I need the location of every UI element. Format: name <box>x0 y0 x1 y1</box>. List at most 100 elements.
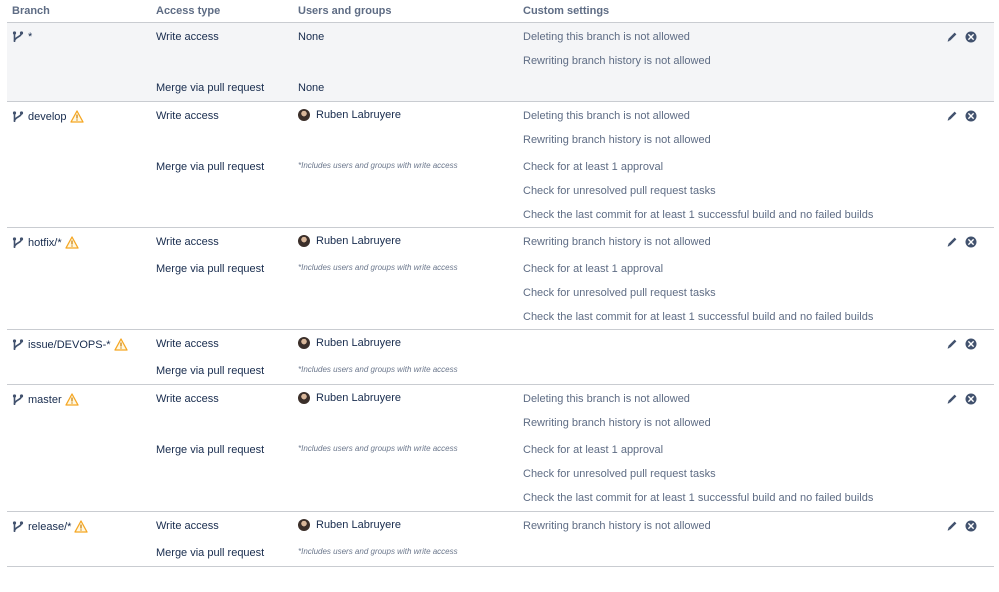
branch-cell: develop <box>12 110 84 123</box>
column-header-branch: Branch <box>12 5 50 17</box>
write-access-users: Ruben Labruyere <box>298 337 401 349</box>
branch-cell: master <box>12 393 79 406</box>
write-access-users: Ruben Labruyere <box>298 392 401 404</box>
table-header: Branch Access type Users and groups Cust… <box>7 0 994 23</box>
delete-icon[interactable] <box>965 520 977 532</box>
write-access-label: Write access <box>156 520 219 532</box>
custom-setting: Rewriting branch history is not allowed <box>523 417 711 429</box>
avatar <box>298 519 310 531</box>
edit-icon[interactable] <box>946 31 958 43</box>
table-row: develop Write access Ruben Labruyere Mer… <box>7 102 994 228</box>
branch-name: master <box>28 393 62 406</box>
user-name[interactable]: Ruben Labruyere <box>316 337 401 349</box>
custom-setting: Rewriting branch history is not allowed <box>523 236 711 248</box>
branch-icon <box>12 521 24 533</box>
user-name[interactable]: Ruben Labruyere <box>316 109 401 121</box>
merge-access-label: Merge via pull request <box>156 547 265 559</box>
custom-setting: Check for unresolved pull request tasks <box>523 287 716 299</box>
delete-icon[interactable] <box>965 393 977 405</box>
edit-icon[interactable] <box>946 110 958 122</box>
table-row: release/* Write access Ruben Labruyere M… <box>7 512 994 567</box>
branch-icon <box>12 237 24 249</box>
column-header-access-type: Access type <box>156 5 221 17</box>
warning-icon <box>114 338 128 351</box>
merge-access-label: Merge via pull request <box>156 263 265 275</box>
custom-setting: Rewriting branch history is not allowed <box>523 55 711 67</box>
merge-access-note: *Includes users and groups with write ac… <box>298 547 458 556</box>
edit-icon[interactable] <box>946 393 958 405</box>
branch-cell: * <box>12 31 32 43</box>
table-row: master Write access Ruben Labruyere Merg… <box>7 385 994 512</box>
branch-cell: release/* <box>12 520 88 533</box>
edit-icon[interactable] <box>946 520 958 532</box>
avatar <box>298 392 310 404</box>
branch-icon <box>12 394 24 406</box>
table-row: * Write access None Merge via pull reque… <box>7 23 994 102</box>
branch-cell: issue/DEVOPS-* <box>12 338 128 351</box>
custom-setting: Check the last commit for at least 1 suc… <box>523 209 874 221</box>
write-access-users: Ruben Labruyere <box>298 235 401 247</box>
avatar <box>298 337 310 349</box>
column-header-custom-settings: Custom settings <box>523 5 610 17</box>
table-row: hotfix/* Write access Ruben Labruyere Me… <box>7 228 994 330</box>
delete-icon[interactable] <box>965 236 977 248</box>
merge-access-note: *Includes users and groups with write ac… <box>298 161 458 170</box>
branch-cell: hotfix/* <box>12 236 79 249</box>
row-actions <box>946 236 977 248</box>
warning-icon <box>74 520 88 533</box>
write-access-label: Write access <box>156 31 219 43</box>
avatar <box>298 235 310 247</box>
custom-setting: Check for unresolved pull request tasks <box>523 468 716 480</box>
custom-setting: Deleting this branch is not allowed <box>523 110 690 122</box>
delete-icon[interactable] <box>965 110 977 122</box>
column-header-users-groups: Users and groups <box>298 5 392 17</box>
user-name[interactable]: Ruben Labruyere <box>316 235 401 247</box>
branch-name: release/* <box>28 520 72 533</box>
write-access-users: Ruben Labruyere <box>298 109 401 121</box>
branch-icon <box>12 111 24 123</box>
merge-access-note: *Includes users and groups with write ac… <box>298 365 458 374</box>
branch-icon <box>12 31 24 43</box>
warning-icon <box>65 236 79 249</box>
merge-access-label: Merge via pull request <box>156 365 265 377</box>
merge-access-label: Merge via pull request <box>156 161 265 173</box>
write-access-label: Write access <box>156 338 219 350</box>
edit-icon[interactable] <box>946 338 958 350</box>
merge-access-note: *Includes users and groups with write ac… <box>298 263 458 272</box>
warning-icon <box>65 393 79 406</box>
merge-access-label: Merge via pull request <box>156 82 265 94</box>
user-name[interactable]: Ruben Labruyere <box>316 519 401 531</box>
custom-setting: Check for at least 1 approval <box>523 161 664 173</box>
delete-icon[interactable] <box>965 31 977 43</box>
row-actions <box>946 31 977 43</box>
row-actions <box>946 338 977 350</box>
row-actions <box>946 520 977 532</box>
custom-setting: Check the last commit for at least 1 suc… <box>523 492 874 504</box>
edit-icon[interactable] <box>946 236 958 248</box>
write-access-label: Write access <box>156 236 219 248</box>
branch-permissions-table: Branch Access type Users and groups Cust… <box>0 0 999 592</box>
write-access-users: None <box>298 31 325 43</box>
merge-access-note: *Includes users and groups with write ac… <box>298 444 458 453</box>
branch-name: hotfix/* <box>28 236 62 249</box>
branch-name: * <box>28 31 33 43</box>
custom-setting: Deleting this branch is not allowed <box>523 31 690 43</box>
row-actions <box>946 393 977 405</box>
write-access-label: Write access <box>156 110 219 122</box>
merge-access-label: Merge via pull request <box>156 444 265 456</box>
custom-setting: Check the last commit for at least 1 suc… <box>523 311 874 323</box>
custom-setting: Rewriting branch history is not allowed <box>523 520 711 532</box>
merge-access-users: None <box>298 82 325 94</box>
delete-icon[interactable] <box>965 338 977 350</box>
warning-icon <box>70 110 84 123</box>
custom-setting: Check for at least 1 approval <box>523 444 664 456</box>
user-name[interactable]: Ruben Labruyere <box>316 392 401 404</box>
branch-name: develop <box>28 110 67 123</box>
custom-setting: Check for at least 1 approval <box>523 263 664 275</box>
branch-name: issue/DEVOPS-* <box>28 338 111 351</box>
branch-icon <box>12 339 24 351</box>
custom-setting: Rewriting branch history is not allowed <box>523 134 711 146</box>
row-actions <box>946 110 977 122</box>
write-access-label: Write access <box>156 393 219 405</box>
write-access-users: Ruben Labruyere <box>298 519 401 531</box>
